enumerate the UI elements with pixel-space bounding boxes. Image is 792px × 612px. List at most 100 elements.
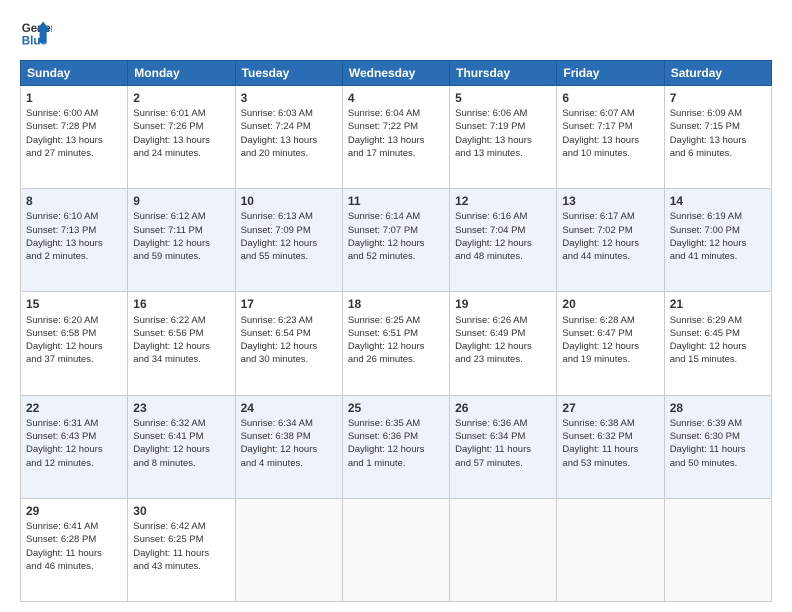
day-info: Sunrise: 6:34 AMSunset: 6:38 PMDaylight:…: [241, 417, 337, 470]
day-info: Sunrise: 6:19 AMSunset: 7:00 PMDaylight:…: [670, 210, 766, 263]
day-info: Sunrise: 6:42 AMSunset: 6:25 PMDaylight:…: [133, 520, 229, 573]
day-number: 23: [133, 400, 229, 416]
calendar-cell: 7Sunrise: 6:09 AMSunset: 7:15 PMDaylight…: [664, 86, 771, 189]
calendar-cell: [557, 498, 664, 601]
day-number: 8: [26, 193, 122, 209]
day-number: 30: [133, 503, 229, 519]
week-row-4: 22Sunrise: 6:31 AMSunset: 6:43 PMDayligh…: [21, 395, 772, 498]
dow-header-monday: Monday: [128, 61, 235, 86]
day-number: 11: [348, 193, 444, 209]
calendar-cell: 12Sunrise: 6:16 AMSunset: 7:04 PMDayligh…: [450, 189, 557, 292]
calendar-cell: 10Sunrise: 6:13 AMSunset: 7:09 PMDayligh…: [235, 189, 342, 292]
calendar-cell: 9Sunrise: 6:12 AMSunset: 7:11 PMDaylight…: [128, 189, 235, 292]
day-number: 10: [241, 193, 337, 209]
day-info: Sunrise: 6:10 AMSunset: 7:13 PMDaylight:…: [26, 210, 122, 263]
calendar-cell: 19Sunrise: 6:26 AMSunset: 6:49 PMDayligh…: [450, 292, 557, 395]
calendar-table: SundayMondayTuesdayWednesdayThursdayFrid…: [20, 60, 772, 602]
day-number: 28: [670, 400, 766, 416]
calendar-cell: 16 Sunrise: 6:22 AMSunset: 6:56 PMDayligh…: [128, 292, 235, 395]
calendar-cell: 5Sunrise: 6:06 AMSunset: 7:19 PMDaylight…: [450, 86, 557, 189]
day-info: Sunrise: 6:22 AMSunset: 6:56 PMDaylight:…: [133, 314, 229, 367]
day-info: Sunrise: 6:31 AMSunset: 6:43 PMDaylight:…: [26, 417, 122, 470]
calendar-cell: 20 Sunrise: 6:28 AMSunset: 6:47 PMDayligh…: [557, 292, 664, 395]
day-number: 15: [26, 296, 122, 312]
calendar-cell: 14Sunrise: 6:19 AMSunset: 7:00 PMDayligh…: [664, 189, 771, 292]
day-number: 7: [670, 90, 766, 106]
day-number: 29: [26, 503, 122, 519]
day-number: 17: [241, 296, 337, 312]
calendar-cell: 28Sunrise: 6:39 AMSunset: 6:30 PMDayligh…: [664, 395, 771, 498]
day-info: Sunrise: 6:36 AMSunset: 6:34 PMDaylight:…: [455, 417, 551, 470]
day-info: Sunrise: 6:12 AMSunset: 7:11 PMDaylight:…: [133, 210, 229, 263]
calendar-cell: 25Sunrise: 6:35 AMSunset: 6:36 PMDayligh…: [342, 395, 449, 498]
day-info: Sunrise: 6:41 AMSunset: 6:28 PMDaylight:…: [26, 520, 122, 573]
day-info: Sunrise: 6:39 AMSunset: 6:30 PMDaylight:…: [670, 417, 766, 470]
calendar-cell: 18 Sunrise: 6:25 AMSunset: 6:51 PMDayligh…: [342, 292, 449, 395]
day-number: 27: [562, 400, 658, 416]
day-number: 14: [670, 193, 766, 209]
calendar-cell: 4Sunrise: 6:04 AMSunset: 7:22 PMDaylight…: [342, 86, 449, 189]
calendar-cell: 29Sunrise: 6:41 AMSunset: 6:28 PMDayligh…: [21, 498, 128, 601]
day-info: Sunrise: 6:00 AMSunset: 7:28 PMDaylight:…: [26, 107, 122, 160]
page-header: General Blue: [20, 18, 772, 50]
calendar-cell: 11Sunrise: 6:14 AMSunset: 7:07 PMDayligh…: [342, 189, 449, 292]
day-info: Sunrise: 6:28 AMSunset: 6:47 PMDaylight:…: [562, 314, 658, 367]
day-info: Sunrise: 6:29 AMSunset: 6:45 PMDaylight:…: [670, 314, 766, 367]
day-info: Sunrise: 6:35 AMSunset: 6:36 PMDaylight:…: [348, 417, 444, 470]
dow-header-sunday: Sunday: [21, 61, 128, 86]
logo: General Blue: [20, 18, 52, 50]
dow-header-tuesday: Tuesday: [235, 61, 342, 86]
day-info: Sunrise: 6:01 AMSunset: 7:26 PMDaylight:…: [133, 107, 229, 160]
dow-header-wednesday: Wednesday: [342, 61, 449, 86]
logo-icon: General Blue: [20, 18, 52, 50]
day-number: 25: [348, 400, 444, 416]
day-info: Sunrise: 6:13 AMSunset: 7:09 PMDaylight:…: [241, 210, 337, 263]
day-info: Sunrise: 6:38 AMSunset: 6:32 PMDaylight:…: [562, 417, 658, 470]
calendar-cell: 6Sunrise: 6:07 AMSunset: 7:17 PMDaylight…: [557, 86, 664, 189]
day-number: 20: [562, 296, 658, 312]
calendar-cell: 27Sunrise: 6:38 AMSunset: 6:32 PMDayligh…: [557, 395, 664, 498]
day-number: 9: [133, 193, 229, 209]
dow-header-friday: Friday: [557, 61, 664, 86]
day-info: Sunrise: 6:09 AMSunset: 7:15 PMDaylight:…: [670, 107, 766, 160]
calendar-cell: 8Sunrise: 6:10 AMSunset: 7:13 PMDaylight…: [21, 189, 128, 292]
day-info: Sunrise: 6:03 AMSunset: 7:24 PMDaylight:…: [241, 107, 337, 160]
day-number: 26: [455, 400, 551, 416]
day-info: Sunrise: 6:23 AMSunset: 6:54 PMDaylight:…: [241, 314, 337, 367]
day-info: Sunrise: 6:16 AMSunset: 7:04 PMDaylight:…: [455, 210, 551, 263]
day-number: 4: [348, 90, 444, 106]
week-row-5: 29Sunrise: 6:41 AMSunset: 6:28 PMDayligh…: [21, 498, 772, 601]
day-number: 3: [241, 90, 337, 106]
calendar-cell: [342, 498, 449, 601]
calendar-cell: [664, 498, 771, 601]
calendar-cell: 23Sunrise: 6:32 AMSunset: 6:41 PMDayligh…: [128, 395, 235, 498]
day-number: 5: [455, 90, 551, 106]
calendar-cell: 3Sunrise: 6:03 AMSunset: 7:24 PMDaylight…: [235, 86, 342, 189]
day-info: Sunrise: 6:06 AMSunset: 7:19 PMDaylight:…: [455, 107, 551, 160]
calendar-cell: [450, 498, 557, 601]
day-number: 1: [26, 90, 122, 106]
calendar-cell: 24Sunrise: 6:34 AMSunset: 6:38 PMDayligh…: [235, 395, 342, 498]
day-number: 18: [348, 296, 444, 312]
week-row-1: 1Sunrise: 6:00 AMSunset: 7:28 PMDaylight…: [21, 86, 772, 189]
calendar-cell: 13Sunrise: 6:17 AMSunset: 7:02 PMDayligh…: [557, 189, 664, 292]
calendar-cell: 30Sunrise: 6:42 AMSunset: 6:25 PMDayligh…: [128, 498, 235, 601]
day-number: 6: [562, 90, 658, 106]
day-info: Sunrise: 6:25 AMSunset: 6:51 PMDaylight:…: [348, 314, 444, 367]
calendar-cell: 22Sunrise: 6:31 AMSunset: 6:43 PMDayligh…: [21, 395, 128, 498]
day-number: 22: [26, 400, 122, 416]
day-number: 16: [133, 296, 229, 312]
calendar-cell: 17 Sunrise: 6:23 AMSunset: 6:54 PMDayligh…: [235, 292, 342, 395]
calendar-cell: 1Sunrise: 6:00 AMSunset: 7:28 PMDaylight…: [21, 86, 128, 189]
calendar-cell: 26Sunrise: 6:36 AMSunset: 6:34 PMDayligh…: [450, 395, 557, 498]
day-info: Sunrise: 6:07 AMSunset: 7:17 PMDaylight:…: [562, 107, 658, 160]
day-of-week-header-row: SundayMondayTuesdayWednesdayThursdayFrid…: [21, 61, 772, 86]
day-info: Sunrise: 6:26 AMSunset: 6:49 PMDaylight:…: [455, 314, 551, 367]
week-row-2: 8Sunrise: 6:10 AMSunset: 7:13 PMDaylight…: [21, 189, 772, 292]
day-number: 2: [133, 90, 229, 106]
day-number: 21: [670, 296, 766, 312]
day-info: Sunrise: 6:32 AMSunset: 6:41 PMDaylight:…: [133, 417, 229, 470]
calendar-cell: 21 Sunrise: 6:29 AMSunset: 6:45 PMDayligh…: [664, 292, 771, 395]
day-info: Sunrise: 6:17 AMSunset: 7:02 PMDaylight:…: [562, 210, 658, 263]
calendar-cell: 2Sunrise: 6:01 AMSunset: 7:26 PMDaylight…: [128, 86, 235, 189]
